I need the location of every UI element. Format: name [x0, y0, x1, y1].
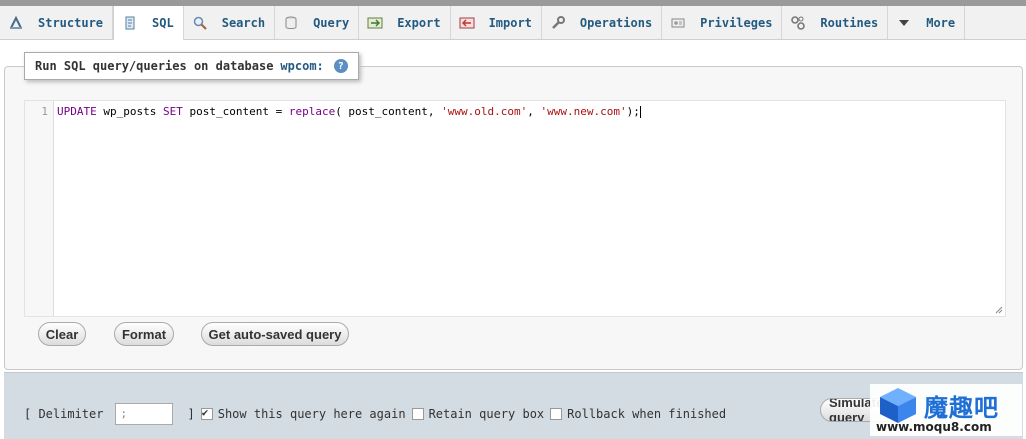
- retain-query-checkbox[interactable]: [411, 408, 424, 420]
- export-icon: [367, 15, 383, 31]
- tab-search-label: Search: [221, 15, 266, 30]
- line-number: 1: [41, 105, 48, 118]
- resize-handle-icon[interactable]: [995, 306, 1003, 314]
- legend-text: Run SQL query/queries on database: [35, 59, 274, 73]
- sql-editor[interactable]: 1 UPDATE wp_posts SET post_content = rep…: [24, 100, 1006, 317]
- show-query-label[interactable]: Show this query here again: [218, 407, 406, 421]
- chevron-down-icon: [896, 15, 912, 31]
- watermark-url: www.moqu8.com: [876, 420, 992, 434]
- cube-logo-icon: [880, 388, 916, 423]
- sql-code-line[interactable]: UPDATE wp_posts SET post_content = repla…: [57, 105, 641, 118]
- code-string: 'www.new.com': [540, 105, 627, 118]
- tab-structure-label: Structure: [38, 15, 104, 30]
- delimiter-input[interactable]: ;: [115, 403, 174, 425]
- code-function: replace: [288, 105, 336, 118]
- tab-structure[interactable]: Structure: [0, 6, 114, 39]
- tab-more[interactable]: More: [888, 6, 966, 39]
- tab-privileges-label: Privileges: [700, 15, 773, 30]
- text-cursor: [639, 106, 641, 118]
- tab-search[interactable]: Search: [184, 6, 276, 39]
- tab-query-label: Query: [313, 15, 350, 30]
- code-keyword: SET: [162, 105, 183, 118]
- delimiter-close-bracket: ]: [187, 407, 195, 421]
- delimiter-label: [ Delimiter: [24, 407, 104, 421]
- tab-query[interactable]: Query: [275, 6, 360, 39]
- format-button[interactable]: Format: [114, 322, 174, 346]
- sql-icon: [122, 15, 138, 31]
- line-gutter: 1: [25, 101, 54, 316]
- structure-icon: [8, 15, 24, 31]
- legend-database-link[interactable]: wpcom:: [280, 59, 323, 73]
- tab-export-label: Export: [397, 15, 441, 30]
- tab-operations[interactable]: Operations: [542, 6, 663, 39]
- watermark-title: 魔趣吧: [924, 394, 999, 422]
- privileges-icon: [670, 15, 686, 31]
- get-auto-saved-query-button[interactable]: Get auto-saved query: [201, 322, 349, 346]
- tab-sql-label: SQL: [152, 16, 174, 30]
- rollback-label[interactable]: Rollback when finished: [567, 407, 726, 421]
- code-text: ,: [527, 105, 541, 118]
- tab-routines-label: Routines: [820, 15, 879, 30]
- code-keyword: UPDATE: [57, 105, 97, 118]
- import-icon: [459, 15, 475, 31]
- tab-bar: Structure SQL Search Query Export Import: [0, 6, 1026, 40]
- help-icon[interactable]: ?: [333, 59, 348, 73]
- footer-options-row: [ Delimiter ; ] Show this query here aga…: [24, 403, 726, 425]
- search-icon: [192, 15, 208, 31]
- rollback-checkbox[interactable]: [550, 408, 563, 420]
- tab-export[interactable]: Export: [359, 6, 451, 39]
- query-icon: [283, 15, 299, 31]
- code-string: 'www.old.com': [441, 105, 528, 118]
- wrench-icon: [550, 15, 566, 31]
- retain-query-label[interactable]: Retain query box: [429, 407, 545, 421]
- code-text: ( post_content,: [335, 105, 442, 118]
- code-text: wp_posts: [96, 105, 163, 118]
- show-query-checkbox[interactable]: [200, 406, 213, 420]
- tab-more-label: More: [926, 15, 956, 30]
- panel-legend: Run SQL query/queries on database wpcom:…: [24, 52, 359, 80]
- tab-import[interactable]: Import: [451, 6, 542, 39]
- watermark: 魔趣吧 www.moqu8.com: [870, 384, 1022, 436]
- routines-icon: [790, 15, 806, 31]
- tab-import-label: Import: [488, 15, 532, 30]
- tab-routines[interactable]: Routines: [782, 6, 889, 39]
- clear-button[interactable]: Clear: [38, 322, 86, 346]
- tab-operations-label: Operations: [579, 15, 653, 30]
- code-text: post_content =: [182, 105, 289, 118]
- tab-privileges[interactable]: Privileges: [662, 6, 783, 39]
- tab-sql[interactable]: SQL: [113, 6, 184, 40]
- code-text: );: [626, 105, 640, 118]
